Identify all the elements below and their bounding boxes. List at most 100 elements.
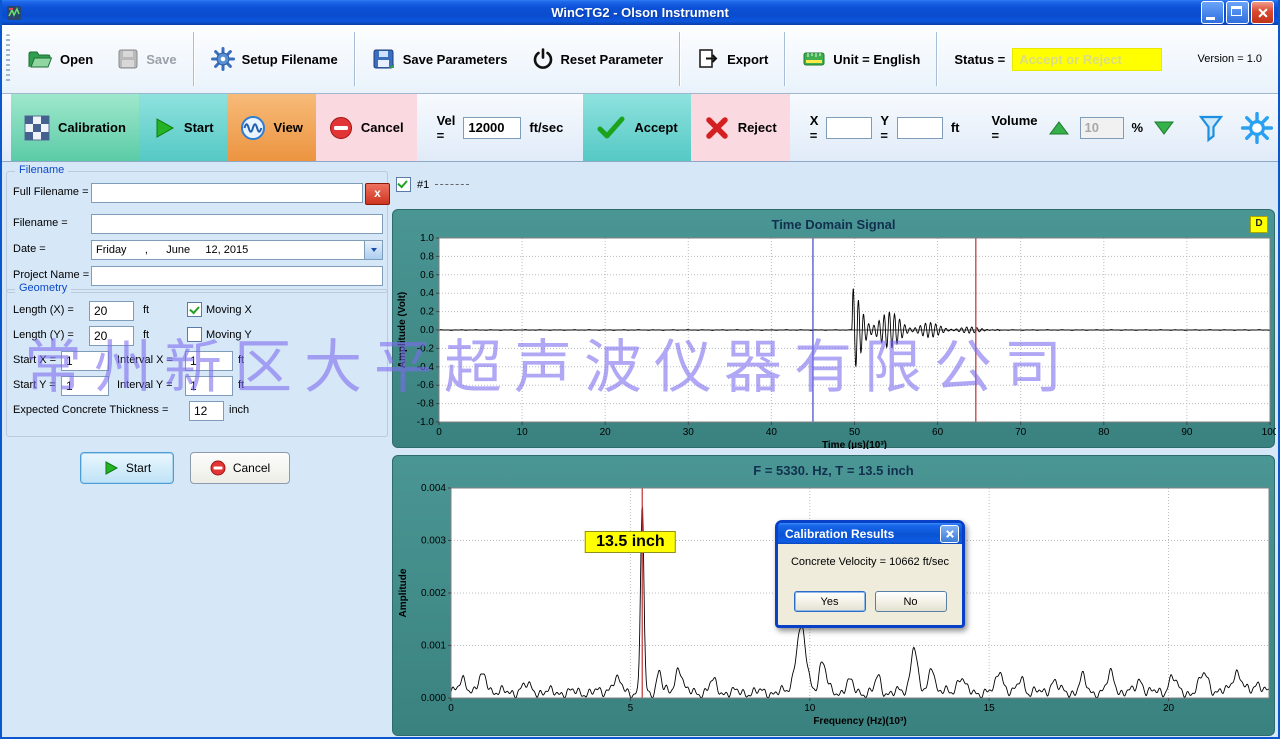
volume-label: Volume =	[992, 113, 1038, 143]
view-button[interactable]: View	[227, 94, 316, 161]
xy-group: X = Y = ft	[798, 94, 972, 161]
length-x-input[interactable]	[89, 301, 134, 321]
clear-filename-button[interactable]: x	[365, 183, 390, 205]
volume-group: Volume = %	[980, 94, 1190, 161]
full-filename-input[interactable]	[91, 183, 363, 203]
save-parameters-label: Save Parameters	[403, 52, 508, 67]
svg-text:100: 100	[1262, 427, 1276, 438]
export-button[interactable]: Export	[685, 48, 780, 70]
thickness-input[interactable]	[189, 401, 224, 421]
export-icon	[697, 48, 720, 70]
open-button[interactable]: Open	[15, 49, 105, 70]
toolbar-grip[interactable]	[6, 34, 10, 84]
maximize-button[interactable]	[1226, 1, 1249, 24]
dialog-close-icon[interactable]	[940, 525, 959, 543]
filter-button[interactable]	[1189, 94, 1233, 161]
toolbar-separator	[679, 32, 681, 86]
moving-y-label: Moving Y	[206, 329, 252, 341]
panel-start-button[interactable]: Start	[80, 452, 174, 484]
svg-text:5: 5	[628, 703, 634, 714]
svg-text:0: 0	[448, 703, 454, 714]
svg-text:1.0: 1.0	[420, 233, 434, 244]
velocity-input[interactable]	[463, 117, 521, 139]
no-entry-icon	[329, 116, 353, 140]
toolbar-separator	[784, 32, 786, 86]
velocity-label: Vel =	[437, 113, 456, 143]
close-button[interactable]	[1251, 1, 1274, 24]
svg-text:0.0: 0.0	[420, 325, 434, 336]
length-y-input[interactable]	[89, 326, 134, 346]
save-button[interactable]: Save	[105, 48, 188, 70]
volume-unit: %	[1132, 120, 1144, 135]
cancel-button[interactable]: Cancel	[316, 94, 417, 161]
volume-up-button[interactable]	[1046, 120, 1072, 136]
svg-text:-1.0: -1.0	[417, 417, 435, 428]
time-domain-chart[interactable]: Time Domain Signal D 0102030405060708090…	[392, 209, 1275, 448]
action-toolbar: Calibration Start View Cancel Vel = ft/s…	[2, 94, 1278, 162]
reject-button[interactable]: Reject	[691, 94, 790, 161]
calibration-button[interactable]: Calibration	[11, 94, 139, 161]
row-x-unit: ft	[238, 354, 244, 366]
dialog-title-bar: Calibration Results	[778, 523, 962, 544]
thickness-label: Expected Concrete Thickness =	[13, 404, 168, 416]
full-filename-label: Full Filename =	[13, 186, 89, 198]
svg-text:15: 15	[984, 703, 996, 714]
x-input[interactable]	[826, 117, 872, 139]
start-y-label: Start Y =	[13, 379, 56, 391]
window-title: WinCTG2 - Olson Instrument	[2, 5, 1278, 20]
d-display-button[interactable]: D	[1250, 216, 1268, 233]
project-name-input[interactable]	[91, 266, 383, 286]
save-label: Save	[146, 52, 176, 67]
moving-x-checkbox[interactable]	[187, 302, 202, 317]
toolbar-separator	[354, 32, 356, 86]
unit-toggle[interactable]: Unit = English	[790, 49, 932, 69]
panel-cancel-label: Cancel	[233, 461, 270, 475]
svg-text:-0.4: -0.4	[417, 362, 435, 373]
unit-ruler-icon	[802, 49, 826, 69]
setup-filename-button[interactable]: Setup Filename	[199, 47, 350, 71]
start-x-input[interactable]	[61, 351, 109, 371]
length-y-label: Length (Y) =	[13, 329, 74, 341]
length-x-label: Length (X) =	[13, 304, 74, 316]
interval-x-label: Interval X =	[117, 354, 173, 366]
reset-parameter-label: Reset Parameter	[561, 52, 664, 67]
panel-cancel-button[interactable]: Cancel	[190, 452, 290, 484]
start-y-input[interactable]	[61, 376, 109, 396]
main-toolbar: Open Save Setup Filename Save Parameters	[2, 25, 1278, 94]
dialog-message: Concrete Velocity = 10662 ft/sec	[778, 556, 962, 568]
no-button[interactable]: No	[875, 591, 947, 612]
series-1-checkbox[interactable]	[396, 177, 411, 192]
svg-text:70: 70	[1015, 427, 1027, 438]
volume-input[interactable]	[1080, 117, 1124, 139]
date-dropdown-button[interactable]	[364, 241, 382, 259]
series-legend: #1	[396, 177, 469, 192]
title-bar: WinCTG2 - Olson Instrument	[2, 0, 1278, 25]
date-dropdown[interactable]: Friday , June 12, 2015	[91, 240, 383, 260]
filename-input[interactable]	[91, 214, 383, 234]
interval-x-input[interactable]	[185, 351, 233, 371]
y-input[interactable]	[897, 117, 943, 139]
accept-button[interactable]: Accept	[583, 94, 690, 161]
cancel-label: Cancel	[361, 120, 404, 135]
calibration-results-dialog: Calibration Results Concrete Velocity = …	[775, 520, 965, 628]
yes-button[interactable]: Yes	[794, 591, 866, 612]
svg-text:Time (µs)(10³): Time (µs)(10³)	[822, 440, 887, 449]
velocity-unit: ft/sec	[529, 120, 563, 135]
svg-text:90: 90	[1181, 427, 1193, 438]
app-window: WinCTG2 - Olson Instrument Open Save	[0, 0, 1280, 739]
dialog-title: Calibration Results	[785, 527, 894, 541]
minimize-button[interactable]	[1201, 1, 1224, 24]
start-button[interactable]: Start	[139, 94, 227, 161]
date-value: Friday , June 12, 2015	[92, 244, 364, 256]
moving-y-checkbox[interactable]	[187, 327, 202, 342]
svg-text:0.004: 0.004	[421, 483, 446, 494]
status-group: Status = Accept or Reject	[942, 48, 1174, 71]
interval-y-input[interactable]	[185, 376, 233, 396]
settings-button[interactable]	[1233, 94, 1280, 161]
svg-text:0.003: 0.003	[421, 536, 446, 547]
save-disk-icon	[117, 48, 139, 70]
reset-parameter-button[interactable]: Reset Parameter	[520, 48, 676, 70]
date-label: Date =	[13, 243, 46, 255]
volume-down-button[interactable]	[1151, 120, 1177, 136]
save-parameters-button[interactable]: Save Parameters	[360, 47, 520, 71]
